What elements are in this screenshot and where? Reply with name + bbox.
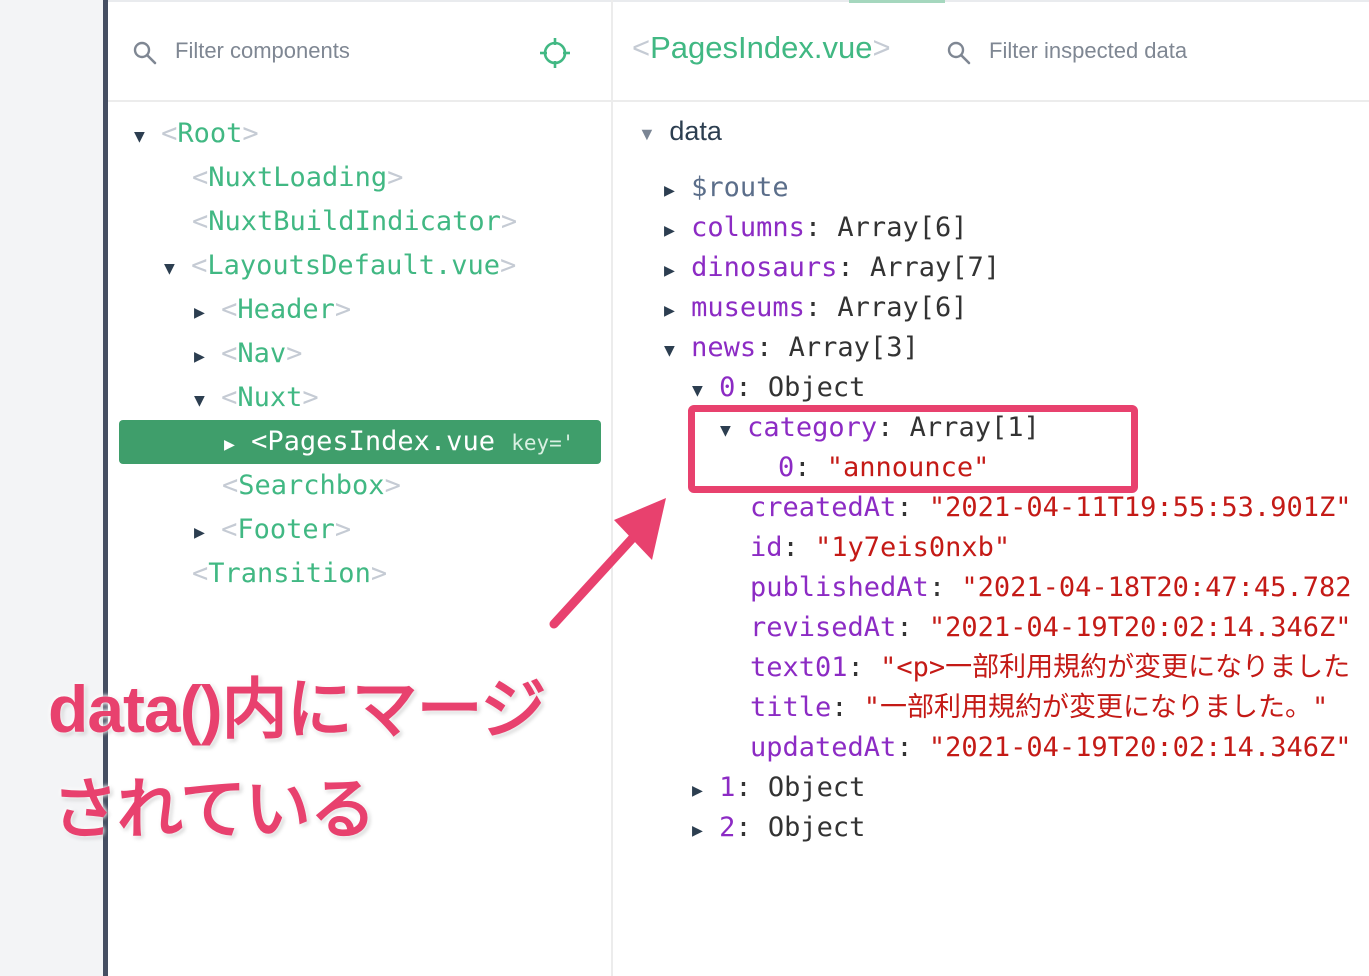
tree-node-label: Searchbox (238, 470, 385, 501)
expand-triangle-icon[interactable]: ▶ (194, 346, 205, 367)
data-row-createdat[interactable]: createdAt: "2021-04-11T19:55:53.901Z" (750, 488, 1351, 528)
data-row-news[interactable]: ▼ news: Array[3] (664, 328, 919, 368)
tree-node-label: LayoutsDefault.vue (207, 250, 500, 281)
component-name: PagesIndex.vue (650, 30, 873, 65)
data-row-museums[interactable]: ▶ museums: Array[6] (664, 288, 967, 328)
tree-node-searchbox[interactable]: <Searchbox> (222, 464, 401, 508)
tree-node-key: key=' (511, 431, 575, 455)
expand-triangle-icon[interactable]: ▶ (664, 220, 675, 241)
data-row-news-0[interactable]: ▼ 0: Object (692, 368, 865, 408)
data-row-columns[interactable]: ▶ columns: Array[6] (664, 208, 967, 248)
tree-node-transition[interactable]: <Transition> (192, 552, 387, 596)
tree-node-nuxt[interactable]: ▼ <Nuxt> (194, 376, 319, 420)
highlight-box (688, 405, 1138, 493)
data-row-updatedat[interactable]: updatedAt: "2021-04-19T20:02:14.346Z" (750, 728, 1351, 768)
target-select-icon[interactable] (539, 37, 571, 69)
annotation-text-line1: data()内にマージ (48, 672, 546, 746)
data-row-route[interactable]: ▶ $route (664, 168, 789, 208)
data-row-dinosaurs[interactable]: ▶ dinosaurs: Array[7] (664, 248, 1000, 288)
tree-node-nuxtloading[interactable]: <NuxtLoading> (192, 156, 403, 200)
data-row-title[interactable]: title: "一部利用規約が変更になりました。" (750, 688, 1328, 728)
tree-node-label: NuxtBuildIndicator (208, 206, 501, 237)
header-divider (613, 100, 1369, 102)
tree-node-nuxtbuildindicator[interactable]: <NuxtBuildIndicator> (192, 200, 517, 244)
expand-triangle-icon[interactable]: ▶ (224, 434, 235, 455)
expand-triangle-icon[interactable]: ▶ (664, 180, 675, 201)
data-row-text01[interactable]: text01: "<p>一部利用規約が変更になりました (750, 648, 1350, 688)
collapse-triangle-icon[interactable]: ▼ (638, 124, 656, 144)
expand-triangle-icon[interactable]: ▶ (194, 522, 205, 543)
collapse-triangle-icon[interactable]: ▼ (664, 340, 675, 361)
tree-node-label: Header (237, 294, 335, 325)
panel-divider[interactable] (611, 0, 613, 976)
tree-node-layoutsdefault[interactable]: ▼ <LayoutsDefault.vue> (164, 244, 516, 288)
tree-node-header[interactable]: ▶ <Header> (194, 288, 351, 332)
data-row-publishedat[interactable]: publishedAt: "2021-04-18T20:47:45.782 (750, 568, 1351, 608)
search-icon (132, 40, 158, 66)
collapse-triangle-icon[interactable]: ▼ (134, 126, 145, 147)
data-row-news-1[interactable]: ▶ 1: Object (692, 768, 865, 808)
data-row-revisedat[interactable]: revisedAt: "2021-04-19T20:02:14.346Z" (750, 608, 1351, 648)
tree-node-label: Nuxt (237, 382, 303, 413)
tree-node-root[interactable]: ▼ <Root> (134, 112, 259, 156)
tree-node-footer[interactable]: ▶ <Footer> (194, 508, 351, 552)
section-title: data (669, 116, 722, 146)
tree-node-label: Transition (208, 558, 371, 589)
tree-node-nav[interactable]: ▶ <Nav> (194, 332, 302, 376)
data-section-header[interactable]: ▼ data (638, 116, 722, 147)
expand-triangle-icon[interactable]: ▶ (692, 780, 703, 801)
data-row-id[interactable]: id: "1y7eis0nxb" (750, 528, 1010, 568)
search-icon (946, 40, 972, 66)
expand-triangle-icon[interactable]: ▶ (664, 300, 675, 321)
active-tab-indicator (849, 0, 945, 3)
filter-components-input[interactable]: Filter components (175, 38, 350, 64)
annotation-text-line2: されている (52, 772, 376, 846)
collapse-triangle-icon[interactable]: ▼ (164, 258, 175, 279)
collapse-triangle-icon[interactable]: ▼ (692, 380, 703, 401)
expand-triangle-icon[interactable]: ▶ (664, 260, 675, 281)
expand-triangle-icon[interactable]: ▶ (692, 820, 703, 841)
header-divider (108, 100, 611, 102)
tree-node-label: PagesIndex.vue (267, 426, 495, 457)
inspected-component-title: <PagesIndex.vue> (632, 30, 891, 65)
expand-triangle-icon[interactable]: ▶ (194, 302, 205, 323)
tree-node-label: NuxtLoading (208, 162, 388, 193)
tree-node-pagesindex[interactable]: ▶ <PagesIndex.vue key=' (224, 420, 598, 464)
filter-inspected-data-input[interactable]: Filter inspected data (989, 38, 1187, 64)
collapse-triangle-icon[interactable]: ▼ (194, 390, 205, 411)
tree-node-label: Nav (237, 338, 287, 369)
tree-node-label: Footer (237, 514, 335, 545)
tree-node-label: Root (177, 118, 243, 149)
data-row-news-2[interactable]: ▶ 2: Object (692, 808, 865, 848)
annotation-arrow-icon (549, 498, 666, 629)
